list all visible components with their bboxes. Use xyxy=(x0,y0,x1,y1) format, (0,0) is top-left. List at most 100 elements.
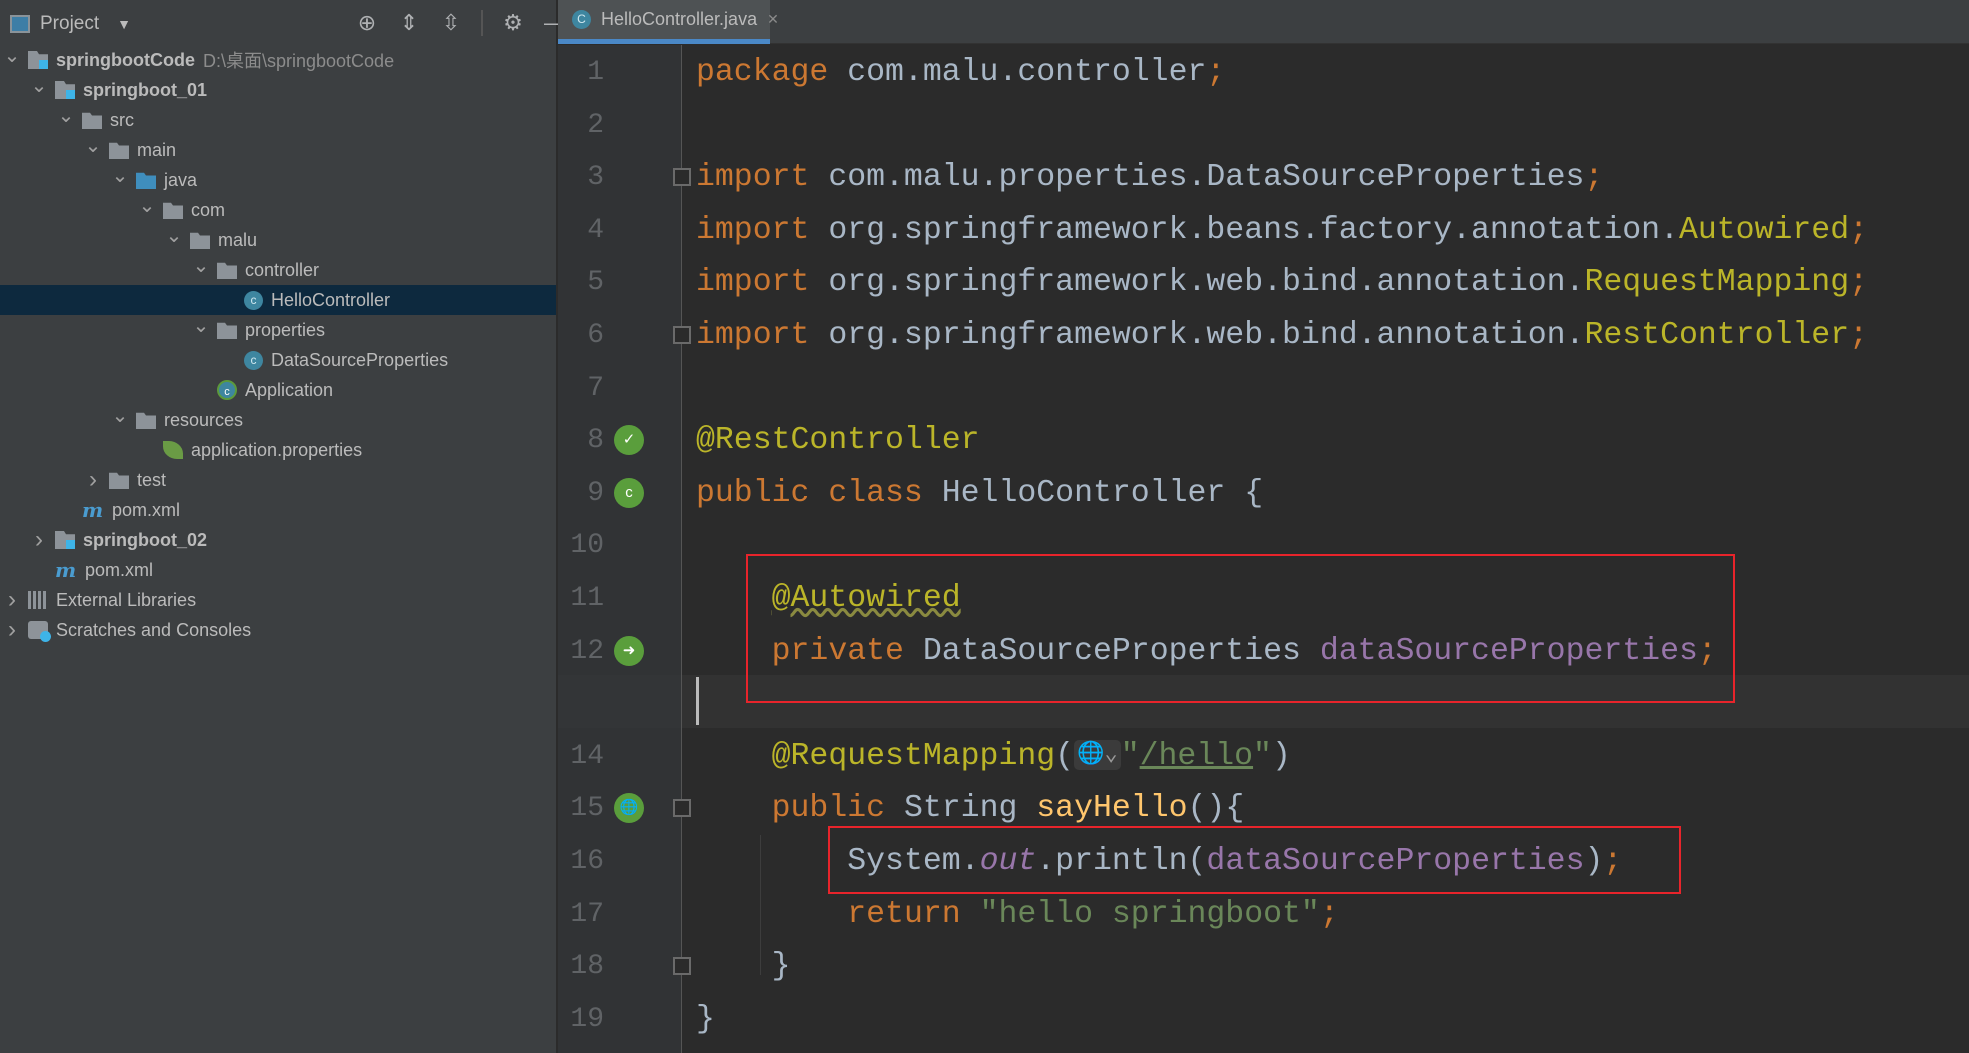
code-line[interactable]: } xyxy=(696,940,791,993)
chevron-down-icon[interactable]: ⌄ xyxy=(56,103,76,128)
tree-item[interactable]: ⌄ properties xyxy=(0,315,556,345)
code-token: " xyxy=(1120,738,1140,774)
tree-item[interactable]: application.properties xyxy=(0,435,556,465)
chevron-down-icon[interactable]: ⌄ xyxy=(191,313,211,338)
code-line[interactable]: import org.springframework.web.bind.anno… xyxy=(696,256,1868,309)
highlight-box-println xyxy=(828,826,1681,894)
chevron-down-icon[interactable]: ⌄ xyxy=(110,403,130,428)
spring-bean-gutter-icon[interactable]: ✓ xyxy=(614,425,644,456)
tree-item-label: springboot_02 xyxy=(83,529,208,550)
chevron-right-icon[interactable]: › xyxy=(2,586,22,614)
tree-item[interactable]: ⌄ resources xyxy=(0,405,556,435)
tree-item[interactable]: m pom.xml xyxy=(0,555,556,585)
tree-item-label: resources xyxy=(164,409,244,430)
line-number: 12 xyxy=(570,635,604,667)
code-token: ( xyxy=(1055,738,1075,774)
code-line[interactable]: import org.springframework.web.bind.anno… xyxy=(696,309,1868,362)
spring-bean-gutter-icon[interactable]: ➜ xyxy=(614,635,644,666)
editor-tab-bar: C HelloController.java ✕ xyxy=(558,0,1969,44)
line-number: 2 xyxy=(587,109,604,141)
tree-item[interactable]: c DataSourceProperties xyxy=(0,345,556,375)
fold-marker-icon[interactable] xyxy=(673,168,691,187)
tree-item[interactable]: ⌄ springbootCode D:\桌面\springbootCode xyxy=(0,45,556,75)
tree-item-label: main xyxy=(137,139,177,160)
chevron-down-icon[interactable]: ⌄ xyxy=(164,223,184,248)
chevron-right-icon[interactable]: › xyxy=(29,526,49,554)
tree-item[interactable]: ⌄ src xyxy=(0,105,556,135)
code-line[interactable]: import org.springframework.beans.factory… xyxy=(696,204,1868,257)
chevron-down-icon[interactable]: ⌄ xyxy=(29,73,49,98)
code-line[interactable]: import com.malu.properties.DataSourcePro… xyxy=(696,151,1603,204)
tree-item[interactable]: ⌄ springboot_01 xyxy=(0,75,556,105)
code-token: ; xyxy=(1319,896,1339,932)
pkg-icon xyxy=(190,232,210,249)
chevron-down-icon[interactable]: ▼ xyxy=(117,16,131,32)
tree-item[interactable]: c HelloController xyxy=(0,285,556,315)
tree-item-label: pom.xml xyxy=(112,499,181,520)
chevron-right-icon[interactable]: › xyxy=(2,616,22,644)
code-line[interactable]: @RestController xyxy=(696,414,980,467)
line-number: 7 xyxy=(587,372,604,404)
tree-item-label: properties xyxy=(245,319,326,340)
chevron-down-icon[interactable]: ⌄ xyxy=(2,43,22,68)
tree-item[interactable]: ⌄ malu xyxy=(0,225,556,255)
tree-item-label: test xyxy=(137,469,167,490)
chevron-right-icon[interactable]: › xyxy=(83,466,103,494)
line-number: 17 xyxy=(570,898,604,930)
code-token: ; xyxy=(1206,55,1226,90)
leaf-icon xyxy=(163,441,183,459)
line-number: 15 xyxy=(570,793,604,825)
url-inlay-globe-icon[interactable]: 🌐⌄ xyxy=(1074,740,1121,771)
code-token: @RequestMapping xyxy=(771,738,1056,774)
code-line[interactable]: public class HelloController { xyxy=(696,467,1263,520)
fold-marker-icon[interactable] xyxy=(673,799,691,818)
maven-icon: m xyxy=(82,498,104,522)
tree-item[interactable]: m pom.xml xyxy=(0,495,556,525)
expand-all-icon[interactable]: ⇕ xyxy=(397,10,421,36)
tree-item-label: malu xyxy=(218,229,258,250)
tree-item[interactable]: ⌄ controller xyxy=(0,255,556,285)
gear-icon[interactable]: ⚙ xyxy=(501,10,525,36)
current-line-gutter-highlight xyxy=(558,675,681,728)
tree-item[interactable]: ⌄ main xyxy=(0,135,556,165)
line-number: 16 xyxy=(570,846,604,877)
tab-label: HelloController.java xyxy=(601,9,758,29)
tree-item[interactable]: ⌄ com xyxy=(0,195,556,225)
chevron-down-icon[interactable]: ⌄ xyxy=(110,163,130,188)
code-token: package xyxy=(696,55,829,90)
tree-item[interactable]: ⌄ java xyxy=(0,165,556,195)
tree-item-label: controller xyxy=(245,259,320,280)
tree-item[interactable]: › test xyxy=(0,465,556,495)
code-line[interactable]: @RequestMapping(🌐⌄"/hello") xyxy=(696,730,1291,783)
collapse-all-icon[interactable]: ⇳ xyxy=(439,10,463,36)
gutter-divider xyxy=(681,45,682,1053)
locate-icon[interactable]: ⊕ xyxy=(355,10,379,36)
fold-marker-icon[interactable] xyxy=(673,326,691,344)
cls-icon: c xyxy=(244,290,263,310)
code-line[interactable]: } xyxy=(696,993,715,1046)
spring-bean-gutter-icon[interactable]: c xyxy=(614,477,644,508)
code-line[interactable]: package com.malu.controller; xyxy=(696,46,1225,99)
chevron-down-icon[interactable]: ⌄ xyxy=(137,193,157,218)
pkg-icon xyxy=(217,262,237,279)
tree-item[interactable]: › External Libraries xyxy=(0,585,556,615)
fold-marker-icon[interactable] xyxy=(673,957,691,976)
tree-item[interactable]: › Scratches and Consoles xyxy=(0,615,556,645)
code-token: com.malu.properties.DataSourceProperties xyxy=(809,160,1585,196)
tree-item[interactable]: c Application xyxy=(0,375,556,405)
code-editor[interactable]: 12345678910111213141516171819 package co… xyxy=(558,45,1969,1053)
tab-hello-controller[interactable]: C HelloController.java ✕ xyxy=(558,0,779,44)
tree-item[interactable]: › springboot_02 xyxy=(0,525,556,555)
code-line[interactable]: return "hello springboot"; xyxy=(696,888,1339,941)
chevron-down-icon[interactable]: ⌄ xyxy=(83,133,103,158)
code-token: import xyxy=(696,265,810,301)
chevron-down-icon[interactable]: ⌄ xyxy=(191,253,211,278)
line-number: 3 xyxy=(587,162,604,194)
tree-item-label: springboot_01 xyxy=(83,79,208,100)
editor-gutter: 12345678910111213141516171819 xyxy=(558,45,681,1053)
close-icon[interactable]: ✕ xyxy=(767,11,779,28)
code-token: com.malu.controller xyxy=(828,55,1207,90)
tree-item-label: java xyxy=(164,169,198,190)
module-icon xyxy=(55,531,75,549)
